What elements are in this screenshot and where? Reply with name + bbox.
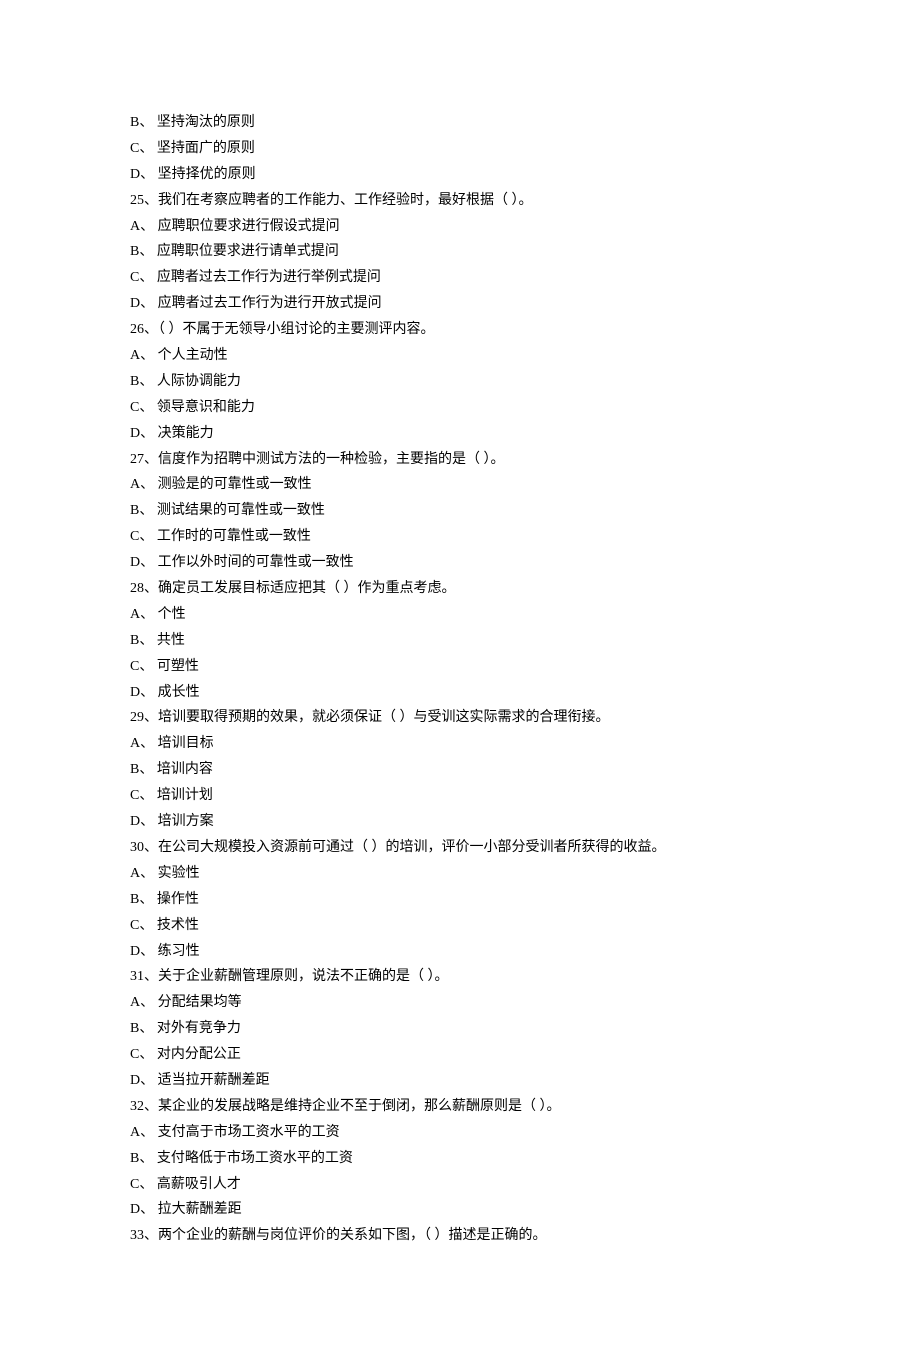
option-text: D、 成长性 xyxy=(130,680,790,706)
option-text: D、 练习性 xyxy=(130,939,790,965)
document-page: B、 坚持淘汰的原则 C、 坚持面广的原则 D、 坚持择优的原则 25、我们在考… xyxy=(0,0,920,1349)
option-text: C、 应聘者过去工作行为进行举例式提问 xyxy=(130,265,790,291)
option-text: B、 支付略低于市场工资水平的工资 xyxy=(130,1146,790,1172)
question-text: 27、信度作为招聘中测试方法的一种检验，主要指的是（ ）。 xyxy=(130,447,790,473)
option-text: C、 对内分配公正 xyxy=(130,1042,790,1068)
option-text: D、 坚持择优的原则 xyxy=(130,162,790,188)
option-text: D、 工作以外时间的可靠性或一致性 xyxy=(130,550,790,576)
option-text: C、 高薪吸引人才 xyxy=(130,1172,790,1198)
option-text: D、 拉大薪酬差距 xyxy=(130,1197,790,1223)
question-text: 29、培训要取得预期的效果，就必须保证（ ）与受训这实际需求的合理衔接。 xyxy=(130,705,790,731)
option-text: B、 操作性 xyxy=(130,887,790,913)
option-text: B、 对外有竞争力 xyxy=(130,1016,790,1042)
option-text: B、 培训内容 xyxy=(130,757,790,783)
question-text: 30、在公司大规模投入资源前可通过（ ）的培训，评价一小部分受训者所获得的收益。 xyxy=(130,835,790,861)
option-text: C、 技术性 xyxy=(130,913,790,939)
option-text: A、 支付高于市场工资水平的工资 xyxy=(130,1120,790,1146)
option-text: C、 坚持面广的原则 xyxy=(130,136,790,162)
question-text: 33、两个企业的薪酬与岗位评价的关系如下图，（ ）描述是正确的。 xyxy=(130,1223,790,1249)
option-text: A、 应聘职位要求进行假设式提问 xyxy=(130,214,790,240)
option-text: D、 应聘者过去工作行为进行开放式提问 xyxy=(130,291,790,317)
option-text: D、 适当拉开薪酬差距 xyxy=(130,1068,790,1094)
option-text: C、 培训计划 xyxy=(130,783,790,809)
option-text: C、 工作时的可靠性或一致性 xyxy=(130,524,790,550)
option-text: A、 个性 xyxy=(130,602,790,628)
option-text: A、 分配结果均等 xyxy=(130,990,790,1016)
option-text: C、 领导意识和能力 xyxy=(130,395,790,421)
option-text: A、 个人主动性 xyxy=(130,343,790,369)
option-text: A、 实验性 xyxy=(130,861,790,887)
option-text: B、 应聘职位要求进行请单式提问 xyxy=(130,239,790,265)
option-text: A、 培训目标 xyxy=(130,731,790,757)
option-text: D、 培训方案 xyxy=(130,809,790,835)
question-text: 31、关于企业薪酬管理原则，说法不正确的是（ ）。 xyxy=(130,964,790,990)
option-text: B、 人际协调能力 xyxy=(130,369,790,395)
option-text: B、 坚持淘汰的原则 xyxy=(130,110,790,136)
option-text: B、 共性 xyxy=(130,628,790,654)
option-text: A、 测验是的可靠性或一致性 xyxy=(130,472,790,498)
question-text: 26、（ ）不属于无领导小组讨论的主要测评内容。 xyxy=(130,317,790,343)
question-text: 28、确定员工发展目标适应把其（ ）作为重点考虑。 xyxy=(130,576,790,602)
question-text: 25、我们在考察应聘者的工作能力、工作经验时，最好根据（ ）。 xyxy=(130,188,790,214)
option-text: C、 可塑性 xyxy=(130,654,790,680)
question-text: 32、某企业的发展战略是维持企业不至于倒闭，那么薪酬原则是（ ）。 xyxy=(130,1094,790,1120)
option-text: B、 测试结果的可靠性或一致性 xyxy=(130,498,790,524)
option-text: D、 决策能力 xyxy=(130,421,790,447)
